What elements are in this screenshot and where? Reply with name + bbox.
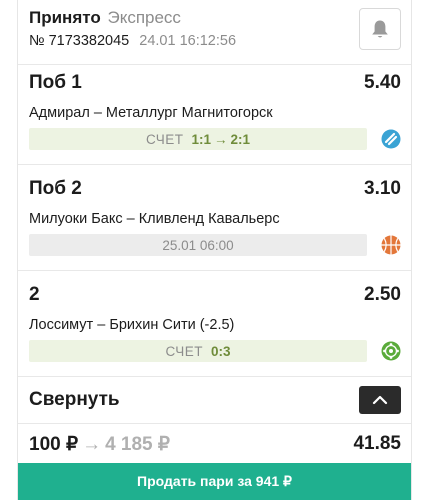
bell-icon [372,20,388,38]
score-label: СЧЕТ [165,343,204,359]
bet-status: Принято Экспресс [29,8,181,28]
bet-summary: 100 ₽ → 4 185 ₽ 41.85 [29,433,401,457]
event-row: Поб 2 3.10 Милуоки Бакс – Кливленд Кавал… [29,178,401,282]
hockey-puck-icon [381,129,401,149]
status-label: Принято [29,8,101,27]
stake-amount: 100 ₽ [29,434,79,455]
bet-card: Принято Экспресс № 7173382045 24.01 16:1… [17,0,412,500]
stake-row: 100 ₽ → 4 185 ₽ [29,433,170,456]
event-odd: 5.40 [364,72,401,93]
score-current: 0:3 [211,343,231,359]
score-current: 2:1 [230,131,251,147]
collapse-row: Свернуть [29,386,401,416]
notification-button[interactable] [359,8,401,50]
event-odd: 3.10 [364,178,401,199]
bet-header: Принято Экспресс № 7173382045 24.01 16:1… [29,8,401,58]
event-teams: Лоссимут – Брихин Сити (-2.5) [29,317,235,333]
total-odd: 41.85 [353,433,401,454]
event-score-bar: СЧЕТ 0:3 [29,340,367,362]
sell-bet-button[interactable]: Продать пари за 941 ₽ [18,463,411,500]
event-teams: Адмирал – Металлург Магнитогорск [29,105,273,121]
bet-number-row: № 7173382045 24.01 16:12:56 [29,33,236,49]
event-outcome: Поб 1 [29,72,82,93]
divider [18,164,411,165]
score-previous: 1:1 [191,131,212,147]
score-label: СЧЕТ [145,131,184,147]
event-row: 2 2.50 Лоссимут – Брихин Сити (-2.5) СЧЕ… [29,284,401,388]
event-odd: 2.50 [364,284,401,305]
arrow-right-icon: → [214,131,228,147]
divider [18,270,411,271]
event-outcome: 2 [29,284,40,305]
divider [18,423,411,424]
event-teams: Милуоки Бакс – Кливленд Кавальерс [29,211,280,227]
event-row: Поб 1 5.40 Адмирал – Металлург Магнитого… [29,72,401,176]
potential-win: 4 185 ₽ [105,434,170,455]
arrow-right-icon: → [82,434,102,455]
soccer-ball-icon [381,341,401,361]
divider [18,64,411,65]
divider [18,376,411,377]
basketball-icon [381,235,401,255]
event-score-bar: СЧЕТ 1:1 → 2:1 [29,128,367,150]
bet-number: № 7173382045 [29,33,130,49]
event-outcome: Поб 2 [29,178,82,199]
event-start-time: 25.01 06:00 [162,237,234,253]
event-start-bar: 25.01 06:00 [29,234,367,256]
chevron-up-icon [372,395,388,405]
collapse-button[interactable] [359,386,401,414]
bet-type: Экспресс [107,8,181,27]
bet-timestamp: 24.01 16:12:56 [139,33,237,49]
collapse-label: Свернуть [29,389,120,410]
